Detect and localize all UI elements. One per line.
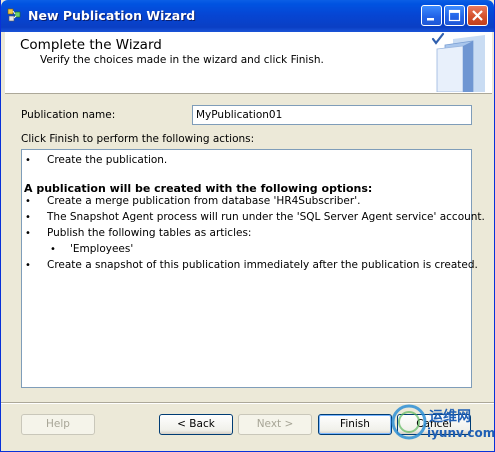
- bullet-icon: •: [50, 244, 56, 255]
- action-item: Create a merge publication from database…: [47, 195, 361, 207]
- back-button[interactable]: < Back: [159, 414, 233, 435]
- action-item: Publish the following tables as articles…: [47, 227, 252, 239]
- action-item: Create the publication.: [47, 154, 168, 166]
- finish-button[interactable]: Finish: [318, 414, 392, 435]
- wizard-book-icon: [431, 32, 485, 92]
- window-title: New Publication Wizard: [28, 8, 196, 23]
- watermark: 运维网 iyunv.com: [389, 398, 495, 448]
- app-icon: [7, 8, 21, 22]
- bullet-icon: •: [25, 228, 31, 239]
- next-button[interactable]: Next >: [238, 414, 312, 435]
- wizard-window: New Publication Wizard Complete the Wiza…: [0, 0, 495, 452]
- maximize-button[interactable]: [444, 5, 465, 26]
- options-heading: A publication will be created with the f…: [24, 182, 373, 195]
- bullet-icon: •: [25, 212, 31, 223]
- wizard-header: Complete the Wizard Verify the choices m…: [5, 32, 492, 94]
- bullet-icon: •: [25, 260, 31, 271]
- action-item: The Snapshot Agent process will run unde…: [47, 211, 485, 223]
- help-button[interactable]: Help: [21, 414, 95, 435]
- actions-label: Click Finish to perform the following ac…: [21, 133, 255, 145]
- close-icon: [472, 10, 483, 21]
- close-button[interactable]: [467, 5, 488, 26]
- watermark-line2: iyunv.com: [427, 426, 495, 440]
- action-subitem: 'Employees': [70, 243, 134, 255]
- bullet-icon: •: [25, 196, 31, 207]
- watermark-logo-icon: [391, 404, 427, 440]
- minimize-button[interactable]: [421, 5, 442, 26]
- title-bar[interactable]: New Publication Wizard: [1, 0, 494, 32]
- minimize-icon: [427, 18, 434, 21]
- page-title: Complete the Wizard: [20, 37, 162, 53]
- bullet-icon: •: [25, 155, 31, 166]
- action-item: Create a snapshot of this publication im…: [47, 259, 478, 271]
- maximize-icon: [448, 9, 461, 22]
- publication-name-input[interactable]: [192, 105, 472, 125]
- watermark-line1: 运维网: [429, 409, 471, 425]
- publication-name-label: Publication name:: [21, 109, 116, 121]
- actions-list[interactable]: • Create the publication. A publication …: [21, 149, 485, 388]
- page-subtitle: Verify the choices made in the wizard an…: [40, 54, 324, 66]
